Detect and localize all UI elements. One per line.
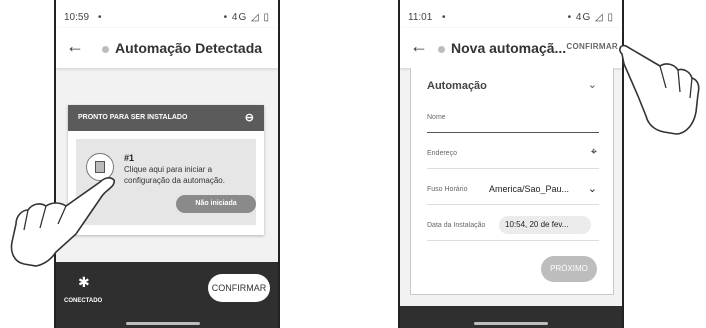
page-title: Automação Detectada bbox=[102, 40, 262, 56]
back-arrow-icon[interactable]: ← bbox=[66, 36, 84, 57]
page-title-text: Nova automaçã... bbox=[451, 40, 567, 56]
status-badge: Não iniciada bbox=[176, 195, 256, 213]
status-time: 11:01 bbox=[408, 12, 433, 23]
automation-number: #1 bbox=[124, 153, 135, 163]
next-button[interactable]: PRÓXIMO bbox=[541, 256, 597, 282]
timezone-label: Fuso Horário bbox=[427, 186, 468, 193]
page-title: Nova automaçã... bbox=[438, 40, 566, 56]
status-dot: • bbox=[442, 12, 446, 23]
nav-handle bbox=[126, 322, 200, 325]
status-dot: • bbox=[98, 12, 102, 23]
card-header-title: PRONTO PARA SER INSTALADO bbox=[78, 114, 188, 121]
confirm-button[interactable]: CONFIRMAR bbox=[208, 274, 270, 302]
app-bar: ← Automação Detectada bbox=[56, 28, 278, 68]
crosshair-icon[interactable]: ⌖ bbox=[591, 146, 597, 159]
install-date-label: Data da Instalação bbox=[427, 222, 486, 229]
status-bar: 11:01 • • 4G ◿ ▯ bbox=[400, 0, 622, 28]
address-underline bbox=[427, 168, 599, 169]
link-icon: ⊖ bbox=[244, 112, 254, 124]
nav-handle bbox=[474, 322, 548, 325]
status-time: 10:59 bbox=[64, 12, 90, 23]
section-title: Automação bbox=[427, 80, 487, 92]
card-header: PRONTO PARA SER INSTALADO ⊖ bbox=[68, 105, 264, 131]
bluetooth-icon: ✱ bbox=[78, 274, 90, 290]
status-icons: • 4G ◿ ▯ bbox=[223, 12, 270, 23]
connection-status: CONECTADO bbox=[64, 298, 103, 304]
timezone-select[interactable]: America/Sao_Pau... bbox=[489, 184, 569, 194]
name-underline bbox=[427, 132, 599, 133]
automation-form: Automação ⌄ Nome Endereço ⌖ Fuso Horário… bbox=[410, 68, 614, 295]
address-field[interactable]: Endereço bbox=[427, 150, 457, 157]
back-arrow-icon[interactable]: ← bbox=[410, 36, 428, 57]
bottom-bar bbox=[400, 306, 622, 328]
phone-screen-new-automation: 11:01 • • 4G ◿ ▯ ← Nova automaçã... CONF… bbox=[398, 0, 624, 328]
status-bar: 10:59 • • 4G ◿ ▯ bbox=[56, 0, 278, 28]
app-bar: ← Nova automaçã... CONFIRMAR bbox=[400, 28, 622, 68]
install-date-underline bbox=[427, 240, 599, 241]
pointing-hand-icon bbox=[10, 177, 116, 267]
timezone-underline bbox=[427, 204, 599, 205]
status-icons: • 4G ◿ ▯ bbox=[567, 12, 614, 23]
chevron-down-icon[interactable]: ⌄ bbox=[588, 78, 597, 91]
status-dot-icon bbox=[102, 45, 109, 53]
phone-screen-automation-detected: 10:59 • • 4G ◿ ▯ ← Automação Detectada P… bbox=[54, 0, 280, 328]
install-date-field[interactable]: 10:54, 20 de fev... bbox=[499, 216, 591, 234]
status-dot-icon bbox=[438, 45, 445, 53]
automation-description: Clique aqui para iniciar a configuração … bbox=[124, 165, 225, 185]
chevron-down-icon[interactable]: ⌄ bbox=[588, 182, 597, 195]
confirm-button[interactable]: CONFIRMAR bbox=[566, 42, 618, 51]
name-field[interactable]: Nome bbox=[427, 114, 446, 121]
pointing-hand-icon bbox=[619, 44, 700, 135]
page-title-text: Automação Detectada bbox=[115, 40, 263, 56]
